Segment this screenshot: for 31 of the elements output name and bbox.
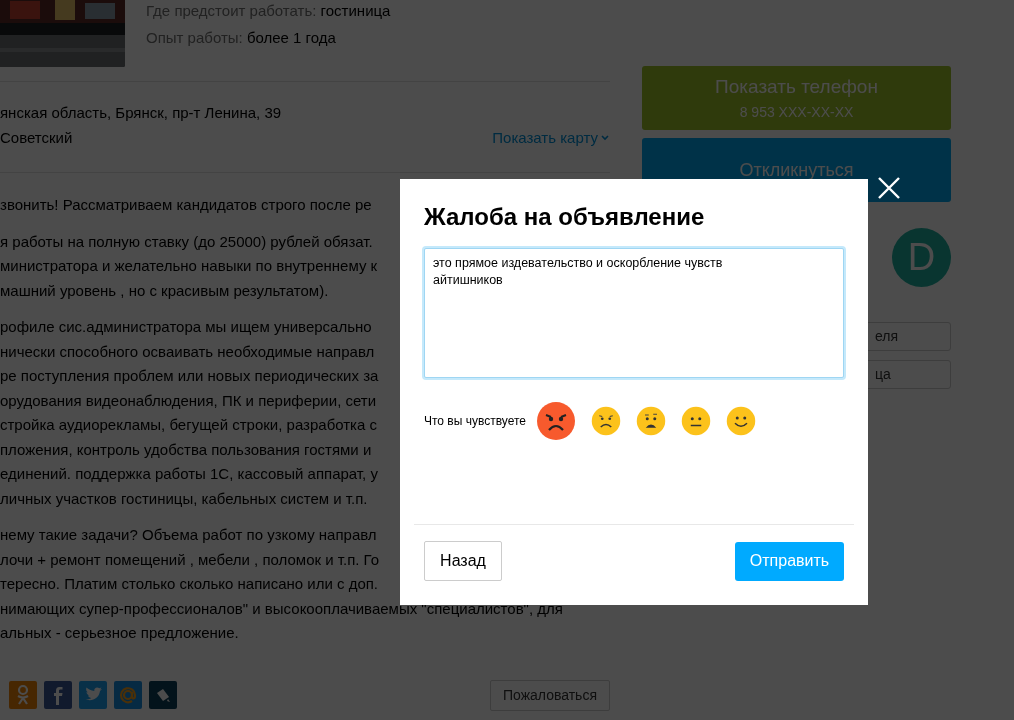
sad-face-icon[interactable] <box>591 405 621 436</box>
back-button[interactable]: Назад <box>424 541 502 581</box>
description-line: нимающих супер-профессионалов" и высокооплачиваемых "специалистов", для <box>0 598 563 619</box>
description-line: нему такие задачи? Объема работ по узкому направл <box>0 525 377 545</box>
description-line: лочи + ремонт помещений , мебели , поломок и т.п. Го <box>0 549 380 570</box>
description-line: орудования видеонаблюдения, ПК и периферии, сети <box>0 390 377 411</box>
description-line: личных участков гостиницы, кабельных систем и т.п. <box>0 488 368 509</box>
feelings-label: Что вы чувствуете <box>424 412 526 430</box>
address-text: янская область, Брянск, пр-т Ленина, 39 <box>0 103 282 123</box>
description-line: пложения, контроль удобства пользования гостями и <box>0 439 372 460</box>
send-button[interactable]: Отправить <box>735 541 844 581</box>
description-line: звонить! Рассматриваем кандидатов строго после ре <box>0 195 372 215</box>
neutral-face-icon[interactable] <box>681 405 711 436</box>
shocked-face-icon[interactable] <box>636 405 666 436</box>
description-line: альных - серьезное предложение. <box>0 623 239 643</box>
smile-face-icon[interactable] <box>726 405 756 436</box>
field-value: более 1 года <box>246 29 336 46</box>
district-text: Советский <box>0 127 73 148</box>
description-line: тересно. Платим столько сколько написано или с доп. <box>0 574 379 594</box>
description-line: я работы на полную ставку (до 25000) рублей обязат. <box>0 231 373 252</box>
description-line: министратора и желательно навыки по внутреннему к <box>0 256 378 276</box>
description-line: машний уровень , но с красивым результатом). <box>0 280 329 301</box>
description-line: стройка аудиорекламы, бегущей строки, разработка с <box>0 415 377 435</box>
field-value: гостиница <box>320 2 391 19</box>
angry-face-icon[interactable] <box>536 400 576 441</box>
complaint-field[interactable]: это прямое издевательство и оскорбление чувств айтишников <box>424 247 844 378</box>
description-line: рофиле сис.администратора мы ищем универсально <box>0 317 372 337</box>
dialog-title: Жалоба на объявление <box>424 203 705 232</box>
description-line: ре поступления проблем или новых периодических за <box>0 366 379 386</box>
description-line: единений. поддержка работы 1С, кассовый аппарат, у <box>0 464 378 484</box>
description-line: нически способного осваивать необходимые направл <box>0 341 375 362</box>
